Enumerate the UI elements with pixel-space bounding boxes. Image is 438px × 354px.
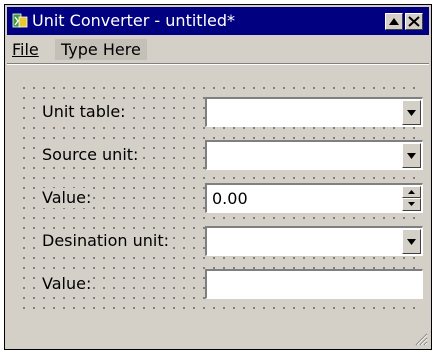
spin-down-button[interactable] [402, 198, 421, 211]
form-grid: Unit table: Source unit: Value: 0.00 Des… [19, 83, 423, 309]
chevron-down-icon [407, 110, 416, 116]
value-input-label: Value: [41, 188, 93, 208]
chevron-down-icon [407, 153, 416, 159]
source-unit-label: Source unit: [41, 145, 140, 165]
value-spin-buttons [402, 186, 421, 211]
value-output-label: Value: [41, 274, 93, 294]
window-title: Unit Converter - untitled* [32, 11, 236, 30]
value-output-field[interactable] [205, 269, 423, 299]
app-icon [12, 13, 28, 28]
menu-type-here[interactable]: Type Here [55, 39, 147, 60]
source-unit-dropdown-button[interactable] [402, 143, 421, 168]
spin-down-icon [408, 202, 415, 206]
value-input-text[interactable]: 0.00 [212, 189, 248, 209]
close-button[interactable] [405, 13, 423, 30]
unit-converter-window: Unit Converter - untitled* File Type Her… [4, 4, 432, 350]
unit-table-label: Unit table: [41, 102, 127, 122]
maximize-icon [389, 18, 399, 25]
spin-up-button[interactable] [402, 186, 421, 198]
destination-unit-combobox[interactable] [205, 226, 423, 256]
close-icon [408, 16, 420, 27]
value-spinbox[interactable]: 0.00 [205, 183, 423, 213]
maximize-button[interactable] [385, 13, 403, 30]
menu-separator [7, 63, 429, 65]
source-unit-combobox[interactable] [205, 140, 423, 170]
title-bar[interactable]: Unit Converter - untitled* [7, 7, 429, 35]
menu-bar: File Type Here [7, 36, 429, 62]
menu-file[interactable]: File [12, 39, 39, 60]
unit-table-dropdown-button[interactable] [402, 100, 421, 125]
destination-unit-dropdown-button[interactable] [402, 229, 421, 254]
spin-up-icon [408, 190, 415, 194]
unit-table-combobox[interactable] [205, 97, 423, 127]
resize-grip-icon[interactable] [414, 332, 428, 346]
chevron-down-icon [407, 239, 416, 245]
destination-unit-label: Desination unit: [41, 231, 171, 251]
